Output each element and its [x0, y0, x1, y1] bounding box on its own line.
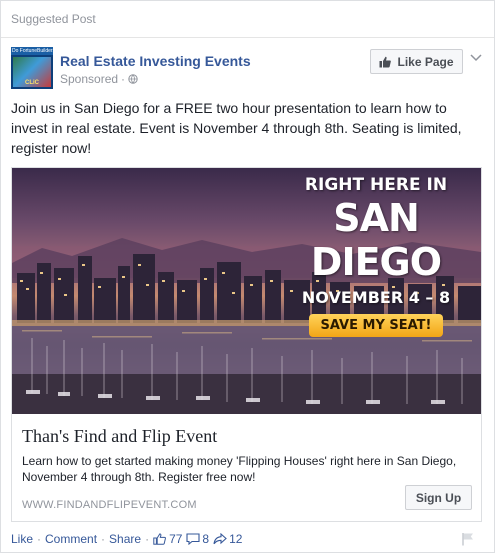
separator-dot: ·: [145, 532, 150, 546]
overlay-line-1: RIGHT HERE IN: [304, 175, 448, 195]
ad-image-overlay: RIGHT HERE IN SAN DIEGO NOVEMBER 4 – 8 S…: [281, 174, 471, 337]
share-link[interactable]: Share: [109, 532, 141, 546]
likes-count[interactable]: 77: [153, 532, 182, 546]
ad-attachment[interactable]: RIGHT HERE IN SAN DIEGO NOVEMBER 4 – 8 S…: [11, 167, 482, 522]
like-page-button[interactable]: Like Page: [370, 49, 463, 74]
thumbs-up-icon: [379, 56, 392, 67]
comments-count-value: 8: [202, 532, 210, 546]
separator-dot: ·: [101, 532, 106, 546]
thumbs-up-icon: [153, 533, 167, 545]
comment-bubble-icon: [186, 533, 200, 545]
logo-text: CLiC: [25, 80, 39, 86]
post-message: Join us in San Diego for a FREE two hour…: [11, 100, 462, 156]
overlay-dates: NOVEMBER 4 – 8: [301, 288, 451, 307]
page-avatar[interactable]: Do FortuneBuilders CLiC: [11, 47, 53, 89]
ad-description: Learn how to get started making money 'F…: [22, 454, 457, 484]
ad-title[interactable]: Than's Find and Flip Event: [22, 426, 217, 447]
flag-icon[interactable]: [461, 532, 475, 546]
suggested-post-label: Suggested Post: [11, 12, 96, 26]
suggested-post-card: Suggested Post Do FortuneBuilders CLiC R…: [0, 0, 495, 553]
overlay-city: SAN DIEGO: [310, 196, 442, 284]
sponsored-label[interactable]: Sponsored: [60, 72, 118, 86]
action-bar: Like · Comment · Share · 77 8 12: [11, 532, 242, 546]
shares-count-value: 12: [229, 532, 243, 546]
comment-link[interactable]: Comment: [45, 532, 97, 546]
separator-dot: ·: [121, 72, 126, 86]
sponsored-row: Sponsored ·: [60, 72, 138, 86]
save-my-seat-graphic: SAVE MY SEAT!: [308, 314, 444, 337]
header-divider: [1, 37, 494, 38]
comments-count[interactable]: 8: [186, 532, 209, 546]
like-link[interactable]: Like: [11, 532, 33, 546]
globe-icon: [128, 74, 138, 84]
likes-count-value: 77: [169, 532, 183, 546]
like-page-label: Like Page: [397, 54, 454, 69]
ad-display-url[interactable]: WWW.FINDANDFLIPEVENT.COM: [22, 499, 197, 511]
share-arrow-icon: [213, 533, 227, 545]
logo-top-text: Do FortuneBuilders: [11, 47, 53, 55]
sign-up-button[interactable]: Sign Up: [405, 485, 472, 510]
separator-dot: ·: [37, 532, 42, 546]
page-name-link[interactable]: Real Estate Investing Events: [60, 53, 251, 69]
shares-count[interactable]: 12: [213, 532, 242, 546]
chevron-down-icon[interactable]: [469, 53, 483, 63]
ad-image[interactable]: RIGHT HERE IN SAN DIEGO NOVEMBER 4 – 8 S…: [12, 168, 481, 414]
